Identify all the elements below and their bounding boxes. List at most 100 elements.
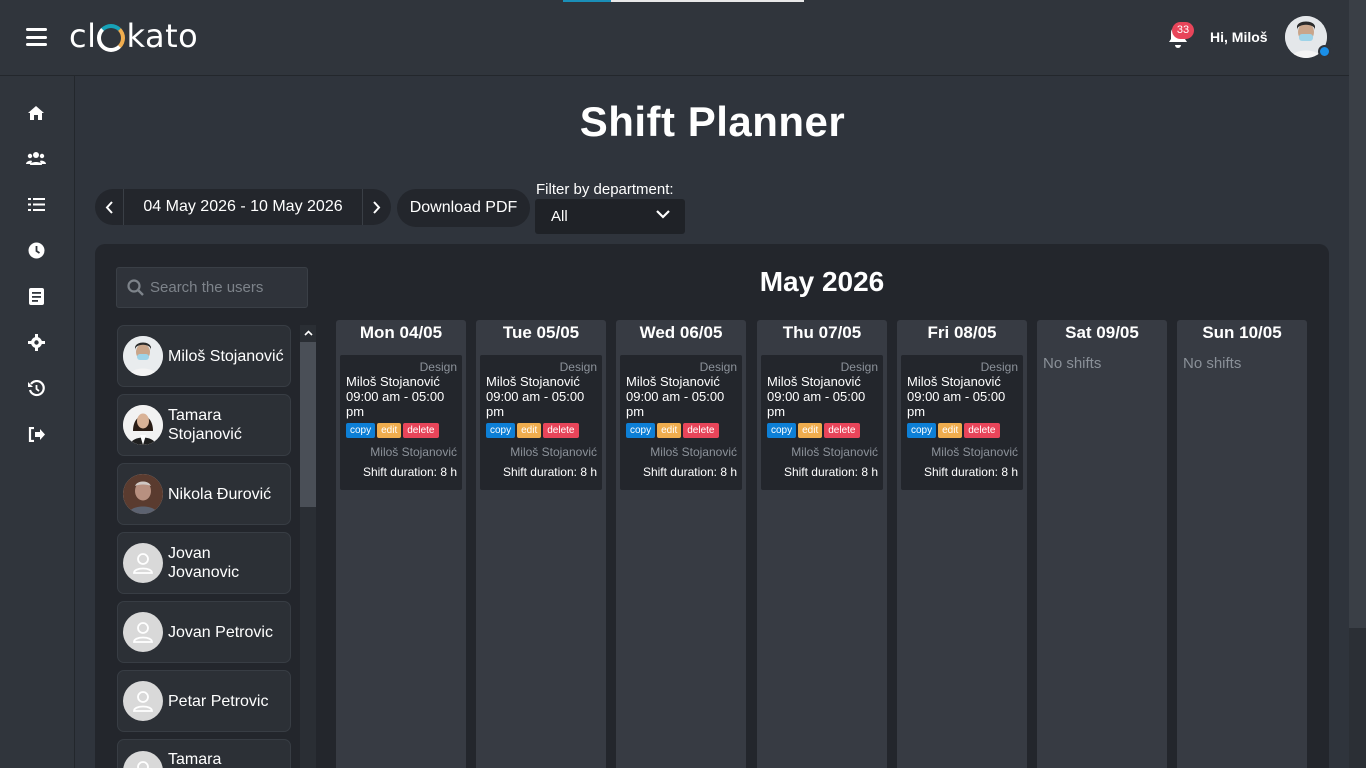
delete-shift-button[interactable]: delete	[543, 423, 579, 438]
shift-assignee: Miloš Stojanović	[650, 445, 737, 459]
day-header: Sat 09/05	[1065, 323, 1139, 342]
list-icon[interactable]	[26, 194, 46, 214]
day-column: Thu 07/05 Design Miloš Stojanović 09:00 …	[757, 320, 887, 768]
sidebar	[0, 76, 75, 768]
edit-shift-button[interactable]: edit	[517, 423, 542, 438]
edit-shift-button[interactable]: edit	[798, 423, 823, 438]
history-icon[interactable]	[26, 378, 46, 398]
shift-card[interactable]: Design Miloš Stojanović 09:00 am - 05:00…	[901, 355, 1023, 490]
edit-shift-button[interactable]: edit	[377, 423, 402, 438]
search-icon	[127, 279, 144, 296]
delete-shift-button[interactable]: delete	[964, 423, 1000, 438]
user-card[interactable]: Jovan Jovanovic	[117, 532, 291, 594]
shift-time: 09:00 am - 05:00 pm	[767, 389, 866, 419]
user-card[interactable]: Petar Petrovic	[117, 670, 291, 732]
user-name: Jovan Jovanovic	[168, 545, 240, 581]
delete-shift-button[interactable]: delete	[403, 423, 439, 438]
user-card[interactable]: Tamara Stojanović	[117, 394, 291, 456]
loading-bar	[563, 0, 804, 2]
filter-value: All	[551, 208, 568, 225]
user-card[interactable]: Tamara	[117, 739, 291, 768]
shift-time: 09:00 am - 05:00 pm	[907, 389, 1006, 419]
document-icon[interactable]	[26, 286, 46, 306]
day-header: Tue 05/05	[502, 323, 580, 342]
avatar	[123, 543, 163, 583]
user-card[interactable]: Jovan Petrovic	[117, 601, 291, 663]
shift-duration: Shift duration: 8 h	[642, 465, 737, 479]
delete-shift-button[interactable]: delete	[683, 423, 719, 438]
shift-duration: Shift duration: 8 h	[502, 465, 597, 479]
search-placeholder: Search the users	[150, 279, 264, 296]
day-column: Tue 05/05 Design Miloš Stojanović 09:00 …	[476, 320, 606, 768]
edit-shift-button[interactable]: edit	[657, 423, 682, 438]
shift-assignee: Miloš Stojanović	[510, 445, 597, 459]
shift-duration: Shift duration: 8 h	[923, 465, 1018, 479]
shift-employee-name: Miloš Stojanović	[907, 374, 1001, 389]
shift-card[interactable]: Design Miloš Stojanović 09:00 am - 05:00…	[340, 355, 462, 490]
user-greeting: Hi, Miloš	[1210, 29, 1268, 45]
shift-department: Design	[980, 360, 1018, 374]
copy-shift-button[interactable]: copy	[346, 423, 376, 438]
avatar	[123, 751, 163, 768]
user-name: Tamara Stojanović	[168, 407, 242, 443]
shift-employee-name: Miloš Stojanović	[767, 374, 861, 389]
shift-employee-name: Miloš Stojanović	[626, 374, 720, 389]
top-bar: cl kato 33 Hi, Miloš	[0, 0, 1349, 76]
download-pdf-button[interactable]: Download PDF	[397, 189, 530, 227]
day-header: Sun 10/05	[1202, 323, 1282, 342]
copy-shift-button[interactable]: copy	[486, 423, 516, 438]
day-header: Mon 04/05	[359, 323, 443, 342]
gear-icon[interactable]	[26, 332, 46, 352]
page-scrollbar[interactable]	[1349, 0, 1366, 768]
shift-time: 09:00 am - 05:00 pm	[346, 389, 445, 419]
day-column: Sat 09/05 No shifts	[1037, 320, 1167, 768]
user-name: Nikola Đurović	[168, 485, 272, 503]
page-title: Shift Planner	[579, 98, 846, 145]
user-placeholder-icon	[137, 761, 149, 768]
user-card[interactable]: Miloš Stojanović	[117, 325, 291, 387]
next-week-button[interactable]	[363, 189, 391, 225]
shift-assignee: Miloš Stojanović	[931, 445, 1018, 459]
shift-department: Design	[559, 360, 597, 374]
clock-icon[interactable]	[26, 240, 46, 260]
logout-icon[interactable]	[26, 424, 46, 444]
user-name: Jovan Petrovic	[168, 623, 273, 641]
users-icon[interactable]	[26, 148, 46, 168]
shift-assignee: Miloš Stojanović	[791, 445, 878, 459]
avatar	[123, 681, 163, 721]
chevron-down-icon	[656, 210, 670, 219]
user-list-scrollbar[interactable]	[300, 325, 316, 768]
day-header: Wed 06/05	[639, 323, 723, 342]
app-logo[interactable]: cl kato	[69, 16, 198, 56]
shift-card[interactable]: Design Miloš Stojanović 09:00 am - 05:00…	[480, 355, 602, 490]
shift-duration: Shift duration: 8 h	[362, 465, 457, 479]
shift-department: Design	[699, 360, 737, 374]
user-name: Miloš Stojanović	[168, 347, 284, 365]
edit-shift-button[interactable]: edit	[938, 423, 963, 438]
avatar	[123, 405, 163, 445]
user-card[interactable]: Nikola Đurović	[117, 463, 291, 525]
filter-label: Filter by department:	[536, 181, 674, 198]
shift-card[interactable]: Design Miloš Stojanović 09:00 am - 05:00…	[761, 355, 883, 490]
department-filter-select[interactable]: All	[535, 199, 685, 234]
user-placeholder-icon	[133, 553, 153, 574]
shift-department: Design	[419, 360, 457, 374]
no-shifts-label: No shifts	[1043, 355, 1102, 372]
user-name: Tamara	[168, 751, 222, 768]
shift-card[interactable]: Design Miloš Stojanović 09:00 am - 05:00…	[620, 355, 742, 490]
delete-shift-button[interactable]: delete	[824, 423, 860, 438]
user-placeholder-icon	[133, 691, 153, 712]
copy-shift-button[interactable]: copy	[767, 423, 797, 438]
copy-shift-button[interactable]: copy	[907, 423, 937, 438]
no-shifts-label: No shifts	[1183, 355, 1242, 372]
user-search-input[interactable]: Search the users	[116, 267, 308, 308]
shift-time: 09:00 am - 05:00 pm	[626, 389, 725, 419]
hamburger-menu-icon[interactable]	[26, 28, 47, 46]
previous-week-button[interactable]	[95, 189, 123, 225]
day-column: Wed 06/05 Design Miloš Stojanović 09:00 …	[616, 320, 746, 768]
scroll-up-icon[interactable]	[300, 325, 316, 341]
copy-shift-button[interactable]: copy	[626, 423, 656, 438]
day-column: Mon 04/05 Design Miloš Stojanović 09:00 …	[336, 320, 466, 768]
day-header: Fri 08/05	[927, 323, 997, 342]
week-range-label: 04 May 2026 - 10 May 2026	[143, 198, 343, 215]
